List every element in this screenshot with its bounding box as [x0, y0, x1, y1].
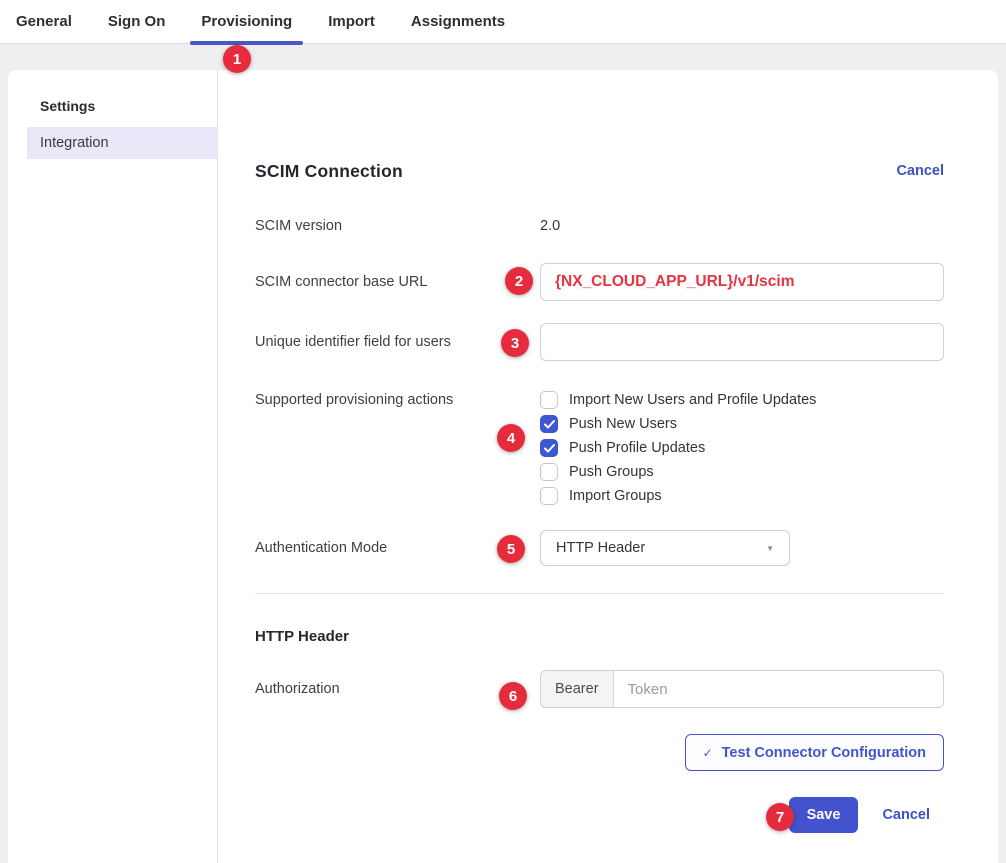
sidebar-item-label: Integration [40, 135, 109, 151]
checkbox-push-new-users[interactable] [540, 415, 558, 433]
base-url-input[interactable] [540, 263, 944, 301]
unique-id-label: Unique identifier field for users [255, 334, 540, 350]
authorization-label: Authorization [255, 681, 540, 697]
scim-version-label: SCIM version [255, 218, 540, 234]
token-input[interactable] [614, 671, 943, 707]
annotation-badge-6: 6 [499, 682, 527, 710]
checkbox-push-profile-updates[interactable] [540, 439, 558, 457]
tab-import[interactable]: Import [317, 0, 386, 43]
option-import-new-users: Import New Users and Profile Updates [540, 388, 816, 412]
unique-identifier-input[interactable] [540, 323, 944, 361]
tab-general[interactable]: General [5, 0, 83, 43]
check-icon [544, 420, 555, 429]
chevron-down-icon: ▼ [766, 544, 774, 553]
option-label: Push Profile Updates [569, 440, 705, 456]
page-title: SCIM Connection [255, 161, 403, 182]
tab-assignments[interactable]: Assignments [400, 0, 516, 43]
option-label: Import Groups [569, 488, 662, 504]
test-connector-label: Test Connector Configuration [722, 745, 926, 761]
save-row: Save Cancel [255, 797, 944, 833]
authentication-mode-row: Authentication Mode HTTP Header ▼ [255, 530, 944, 566]
settings-sidebar: Settings Integration [8, 70, 218, 863]
cancel-link-top[interactable]: Cancel [896, 163, 944, 179]
option-push-profile-updates: Push Profile Updates [540, 436, 816, 460]
check-icon: ✓ [703, 746, 713, 760]
http-header-section-title: HTTP Header [255, 628, 944, 645]
test-connector-button[interactable]: ✓ Test Connector Configuration [685, 734, 944, 771]
option-import-groups: Import Groups [540, 484, 816, 508]
option-label: Push New Users [569, 416, 677, 432]
authentication-mode-select[interactable]: HTTP Header ▼ [540, 530, 790, 566]
settings-card: Settings Integration SCIM Connection Can… [8, 70, 998, 863]
annotation-badge-7: 7 [766, 803, 794, 831]
cancel-button[interactable]: Cancel [882, 807, 930, 823]
app-tabbar: General Sign On Provisioning Import Assi… [0, 0, 1006, 44]
option-label: Push Groups [569, 464, 654, 480]
annotation-badge-5: 5 [497, 535, 525, 563]
scim-version-row: SCIM version 2.0 [255, 216, 944, 236]
tab-provisioning[interactable]: Provisioning [190, 0, 303, 43]
unique-id-row: Unique identifier field for users [255, 323, 944, 361]
checkbox-push-groups[interactable] [540, 463, 558, 481]
annotation-badge-1: 1 [223, 45, 251, 73]
checkbox-import-new-users[interactable] [540, 391, 558, 409]
option-label: Import New Users and Profile Updates [569, 392, 816, 408]
scim-version-value: 2.0 [540, 218, 560, 234]
checkbox-import-groups[interactable] [540, 487, 558, 505]
base-url-row: SCIM connector base URL [255, 263, 944, 301]
option-push-groups: Push Groups [540, 460, 816, 484]
bearer-prefix: Bearer [541, 671, 614, 707]
selected-value: HTTP Header [556, 540, 645, 556]
sidebar-item-integration[interactable]: Integration [27, 127, 217, 159]
tab-sign-on[interactable]: Sign On [97, 0, 177, 43]
annotation-badge-2: 2 [505, 267, 533, 295]
section-divider [255, 593, 944, 594]
annotation-badge-3: 3 [501, 329, 529, 357]
authorization-row: Authorization Bearer [255, 670, 944, 708]
check-icon [544, 444, 555, 453]
provisioning-actions-label: Supported provisioning actions [255, 388, 540, 412]
base-url-label: SCIM connector base URL [255, 274, 540, 290]
authorization-input-group: Bearer [540, 670, 944, 708]
scim-connection-panel: SCIM Connection Cancel SCIM version 2.0 … [218, 70, 998, 863]
provisioning-actions-options: Import New Users and Profile Updates Pus… [540, 388, 816, 508]
test-connector-row: ✓ Test Connector Configuration [255, 734, 944, 771]
sidebar-heading: Settings [40, 98, 217, 114]
provisioning-actions-row: Supported provisioning actions Import Ne… [255, 388, 944, 508]
annotation-badge-4: 4 [497, 424, 525, 452]
option-push-new-users: Push New Users [540, 412, 816, 436]
save-button[interactable]: Save [789, 797, 859, 833]
